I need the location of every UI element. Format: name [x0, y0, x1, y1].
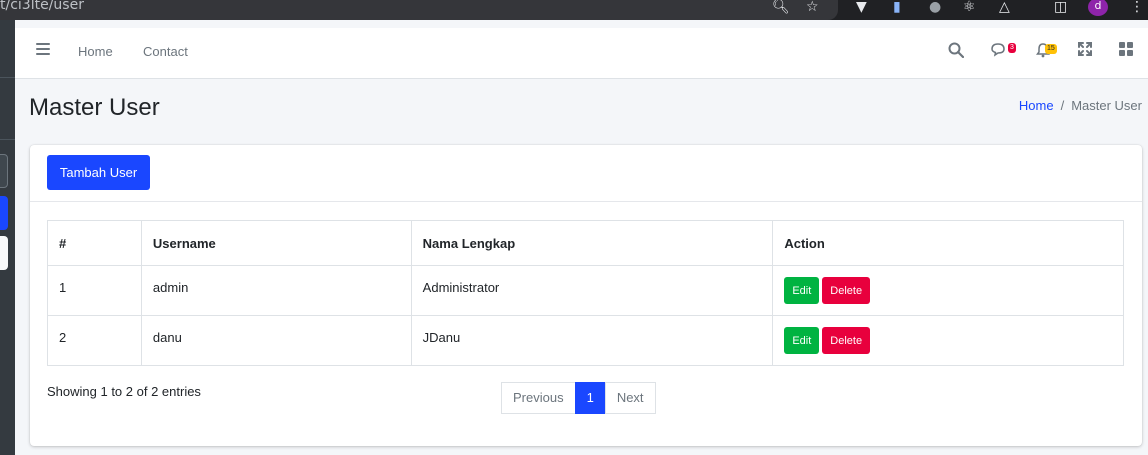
menu-icon[interactable] — [36, 43, 50, 57]
nav-home-link[interactable]: Home — [78, 44, 113, 59]
browser-menu-icon[interactable]: ⋮ — [1130, 0, 1144, 17]
comments-icon[interactable] — [989, 42, 1009, 62]
extension-circle-icon[interactable]: ● — [929, 0, 941, 17]
card-header: Tambah User — [30, 145, 1142, 202]
cell-action: Edit Delete — [772, 265, 1124, 316]
expand-icon[interactable] — [1075, 42, 1095, 62]
sidebar-search-input[interactable] — [0, 154, 8, 188]
top-navbar: Home Contact 3 15 — [15, 28, 1148, 79]
breadcrumb-home-link[interactable]: Home — [1019, 98, 1054, 113]
user-card: Tambah User # Username Nama Lengkap Acti… — [30, 145, 1142, 446]
zoom-icon[interactable]: 🔍︎ — [772, 0, 790, 17]
browser-toolbar: t/ci3lte/user 🔍︎ ☆ ▼ ▮ ● ⚛ △ ◫ d ⋮ — [0, 0, 1148, 20]
edit-button[interactable]: Edit — [784, 327, 820, 354]
pagination-previous[interactable]: Previous — [501, 382, 576, 414]
column-header-no[interactable]: # — [47, 220, 142, 266]
page-title: Master User — [29, 94, 160, 121]
table-info: Showing 1 to 2 of 2 entries — [47, 384, 201, 399]
column-header-username[interactable]: Username — [140, 220, 412, 266]
extensions-puzzle-icon[interactable]: △ — [999, 0, 1010, 17]
th-large-icon[interactable] — [1116, 42, 1136, 62]
table-row: 2 danu JDanu Edit Delete — [47, 315, 1124, 366]
table-row: 1 admin Administrator Edit Delete — [47, 265, 1124, 316]
notifications-badge: 15 — [1045, 44, 1057, 54]
extension-react-icon[interactable]: ⚛ — [963, 0, 976, 17]
delete-button[interactable]: Delete — [822, 327, 871, 354]
column-header-nama-lengkap[interactable]: Nama Lengkap — [410, 220, 774, 266]
search-icon[interactable] — [946, 42, 966, 62]
sidebar-item[interactable] — [0, 236, 8, 270]
pagination: Previous 1 Next — [501, 382, 656, 414]
extension-vue-icon[interactable]: ▼ — [856, 0, 867, 17]
extension-doc-icon[interactable]: ▮ — [893, 0, 901, 17]
messages-badge: 3 — [1008, 43, 1016, 53]
cell-nama-lengkap: Administrator — [410, 265, 774, 316]
url-text: t/ci3lte/user — [0, 0, 84, 13]
nav-contact-link[interactable]: Contact — [143, 44, 188, 59]
address-bar[interactable]: t/ci3lte/user 🔍︎ ☆ — [0, 0, 838, 20]
sidebar-item-active[interactable] — [0, 196, 8, 230]
cell-action: Edit Delete — [772, 315, 1124, 366]
breadcrumb-separator: / — [1060, 98, 1065, 113]
side-panel-icon[interactable]: ◫ — [1054, 0, 1067, 17]
add-user-button[interactable]: Tambah User — [47, 155, 150, 190]
table-header-row: # Username Nama Lengkap Action — [47, 220, 1124, 266]
bookmark-star-icon[interactable]: ☆ — [806, 0, 819, 17]
cell-username: admin — [140, 265, 412, 316]
sidebar-divider — [0, 139, 15, 140]
delete-button[interactable]: Delete — [822, 277, 871, 304]
profile-avatar[interactable]: d — [1088, 0, 1108, 16]
breadcrumb-current: Master User — [1071, 98, 1142, 113]
pagination-page-1[interactable]: 1 — [574, 382, 606, 414]
cell-username: danu — [140, 315, 412, 366]
pagination-next[interactable]: Next — [604, 382, 656, 414]
edit-button[interactable]: Edit — [784, 277, 820, 304]
breadcrumb: Home / Master User — [1019, 98, 1142, 113]
cell-nama-lengkap: JDanu — [410, 315, 774, 366]
cell-no: 2 — [47, 315, 142, 366]
cell-no: 1 — [47, 265, 142, 316]
sidebar-divider — [0, 77, 15, 78]
user-table: # Username Nama Lengkap Action 1 admin A… — [47, 220, 1124, 366]
column-header-action: Action — [772, 220, 1124, 266]
